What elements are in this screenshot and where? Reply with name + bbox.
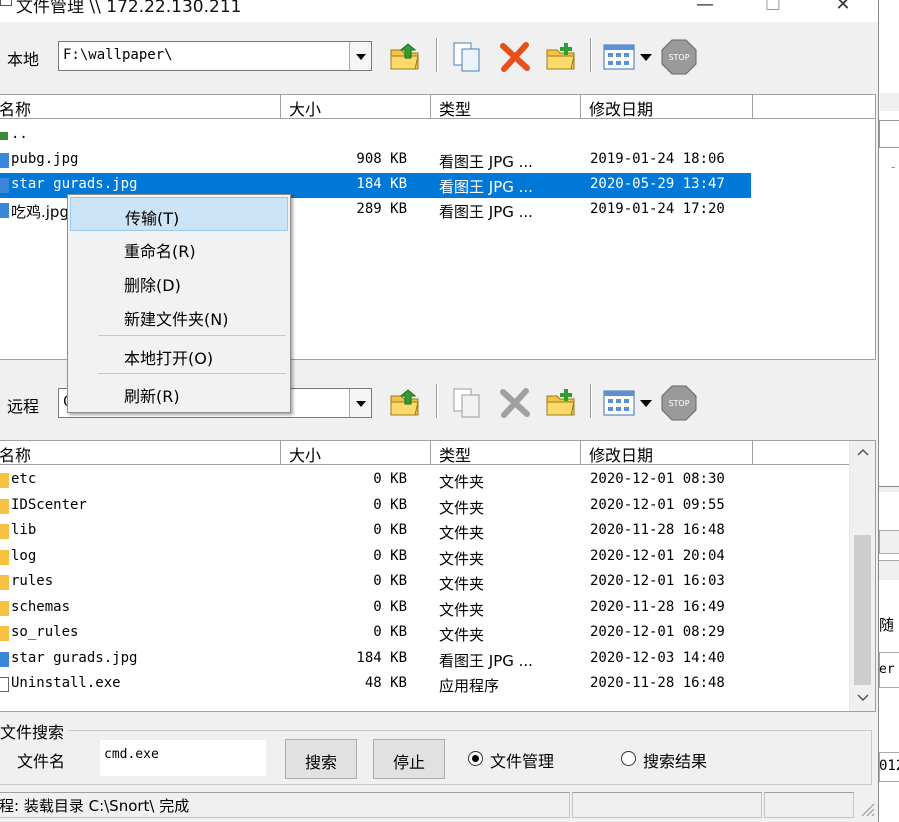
radio-file-manage-label[interactable]: 文件管理	[490, 748, 554, 772]
folder-icon	[0, 524, 9, 539]
list-item[interactable]: so_rules 0 KB 文件夹 2020-12-01 08:29	[0, 621, 875, 646]
search-button[interactable]: 搜索	[285, 739, 357, 779]
local-path-value: F:\wallpaper\	[63, 47, 173, 63]
svg-text:STOP: STOP	[668, 53, 689, 62]
status-cell	[764, 792, 854, 818]
column-header-size[interactable]: 大小	[281, 95, 431, 119]
radio-search-results[interactable]	[621, 751, 636, 766]
radio-search-results-label[interactable]: 搜索结果	[643, 748, 707, 772]
app-icon	[0, 0, 12, 6]
jpg-file-icon	[0, 203, 9, 218]
view-mode-icon[interactable]	[602, 40, 636, 74]
folder-icon	[0, 473, 9, 488]
list-item[interactable]: IDScenter 0 KB 文件夹 2020-12-01 09:55	[0, 494, 875, 519]
stop-icon[interactable]: STOP	[660, 384, 698, 422]
list-item[interactable]: schemas 0 KB 文件夹 2020-11-28 16:49	[0, 596, 875, 621]
status-text-cell: 程: 装载目录 C:\Snort\ 完成	[0, 792, 570, 818]
list-item[interactable]: lib 0 KB 文件夹 2020-11-28 16:48	[0, 519, 875, 544]
copy-icon[interactable]	[450, 40, 484, 74]
status-bar: 程: 装载目录 C:\Snort\ 完成	[0, 792, 878, 822]
remote-label: 远程	[7, 397, 40, 416]
dropdown-arrow-icon[interactable]	[638, 386, 654, 420]
remote-file-list[interactable]: 名称 大小 类型 修改日期 etc 0 KB 文件夹 2020-12-01 08…	[0, 440, 876, 712]
column-header-name[interactable]: 名称	[0, 441, 281, 465]
maximize-button[interactable]: ☐	[750, 0, 796, 18]
chevron-down-icon[interactable]	[349, 42, 371, 70]
menu-item-new-folder[interactable]: 新建文件夹(N)	[70, 299, 288, 333]
background-window-edge: - 随 er 012	[878, 0, 899, 822]
list-item[interactable]: log 0 KB 文件夹 2020-12-01 20:04	[0, 545, 875, 570]
bg-text-fragment: 012	[879, 758, 899, 774]
folder-icon	[0, 549, 9, 565]
window-title: 文件管理 \\ 172.22.130.211	[16, 0, 242, 17]
parent-dir-icon	[0, 132, 8, 140]
minimize-button[interactable]: —	[682, 0, 728, 18]
stop-icon[interactable]: STOP	[660, 38, 698, 76]
svg-text:STOP: STOP	[668, 399, 689, 408]
folder-icon	[0, 626, 9, 641]
scroll-up-icon[interactable]	[856, 447, 870, 457]
vertical-scrollbar[interactable]	[849, 441, 875, 711]
context-menu: 传输(T) 重命名(R) 删除(D) 新建文件夹(N) 本地打开(O) 刷新(R…	[67, 194, 291, 413]
column-header-empty	[753, 441, 849, 465]
folder-icon	[0, 498, 9, 514]
status-text: 程: 装载目录 C:\Snort\ 完成	[0, 797, 190, 815]
folder-icon	[0, 575, 9, 590]
list-item[interactable]: rules 0 KB 文件夹 2020-12-01 16:03	[0, 570, 875, 595]
column-header-type[interactable]: 类型	[431, 95, 581, 119]
stop-button[interactable]: 停止	[373, 739, 445, 779]
column-header-empty	[753, 95, 875, 119]
bg-text-fragment: 随	[879, 616, 895, 634]
local-path-combo[interactable]: F:\wallpaper\	[58, 41, 372, 71]
column-header-date[interactable]: 修改日期	[581, 95, 753, 119]
list-item[interactable]: etc 0 KB 文件夹 2020-12-01 08:30	[0, 468, 875, 493]
filename-input[interactable]: cmd.exe	[100, 740, 266, 776]
dropdown-arrow-icon[interactable]	[638, 40, 654, 74]
menu-item-rename[interactable]: 重命名(R)	[70, 231, 288, 265]
filename-label: 文件名	[17, 752, 66, 771]
column-header-size[interactable]: 大小	[281, 441, 431, 465]
delete-icon[interactable]	[498, 386, 532, 420]
list-item[interactable]: ..	[0, 123, 875, 148]
close-button[interactable]: ✕	[820, 0, 866, 18]
resize-grip-icon[interactable]	[858, 800, 876, 818]
scrollbar-thumb[interactable]	[854, 535, 871, 685]
column-header-type[interactable]: 类型	[431, 441, 581, 465]
status-cell	[572, 792, 762, 818]
list-item[interactable]: star gurads.jpg 184 KB 看图王 JPG ... 2020-…	[0, 647, 875, 672]
bg-text-fragment: er	[879, 662, 895, 677]
chevron-down-icon[interactable]	[349, 389, 371, 417]
local-toolbar: STOP	[388, 38, 718, 78]
menu-item-refresh[interactable]: 刷新(R)	[70, 376, 288, 410]
remote-toolbar: STOP	[388, 384, 718, 424]
up-folder-icon[interactable]	[388, 386, 422, 420]
folder-icon	[0, 600, 9, 616]
up-folder-icon[interactable]	[388, 40, 422, 74]
delete-icon[interactable]	[498, 40, 532, 74]
menu-separator	[98, 373, 286, 374]
jpg-file-icon	[0, 153, 9, 168]
view-mode-icon[interactable]	[602, 386, 636, 420]
scroll-down-icon[interactable]	[856, 693, 870, 703]
exe-file-icon	[0, 677, 9, 692]
local-label: 本地	[7, 50, 40, 69]
column-header-name[interactable]: 名称	[0, 95, 281, 119]
menu-item-transfer[interactable]: 传输(T)	[70, 197, 288, 231]
new-folder-icon[interactable]	[544, 40, 578, 74]
copy-icon[interactable]	[450, 386, 484, 420]
jpg-file-icon	[0, 651, 9, 667]
menu-separator	[98, 335, 286, 336]
search-group-label: 文件搜索	[0, 719, 69, 743]
title-bar: 文件管理 \\ 172.22.130.211 — ☐ ✕	[0, 0, 878, 22]
list-item[interactable]: Uninstall.exe 48 KB 应用程序 2020-11-28 16:4…	[0, 672, 875, 697]
menu-item-delete[interactable]: 删除(D)	[70, 265, 288, 299]
new-folder-icon[interactable]	[544, 386, 578, 420]
jpg-file-icon	[0, 178, 9, 193]
menu-item-open-local[interactable]: 本地打开(O)	[70, 338, 288, 372]
list-item[interactable]: pubg.jpg 908 KB 看图王 JPG ... 2019-01-24 1…	[0, 148, 875, 173]
radio-file-manage[interactable]	[468, 751, 483, 766]
column-header-date[interactable]: 修改日期	[581, 441, 753, 465]
